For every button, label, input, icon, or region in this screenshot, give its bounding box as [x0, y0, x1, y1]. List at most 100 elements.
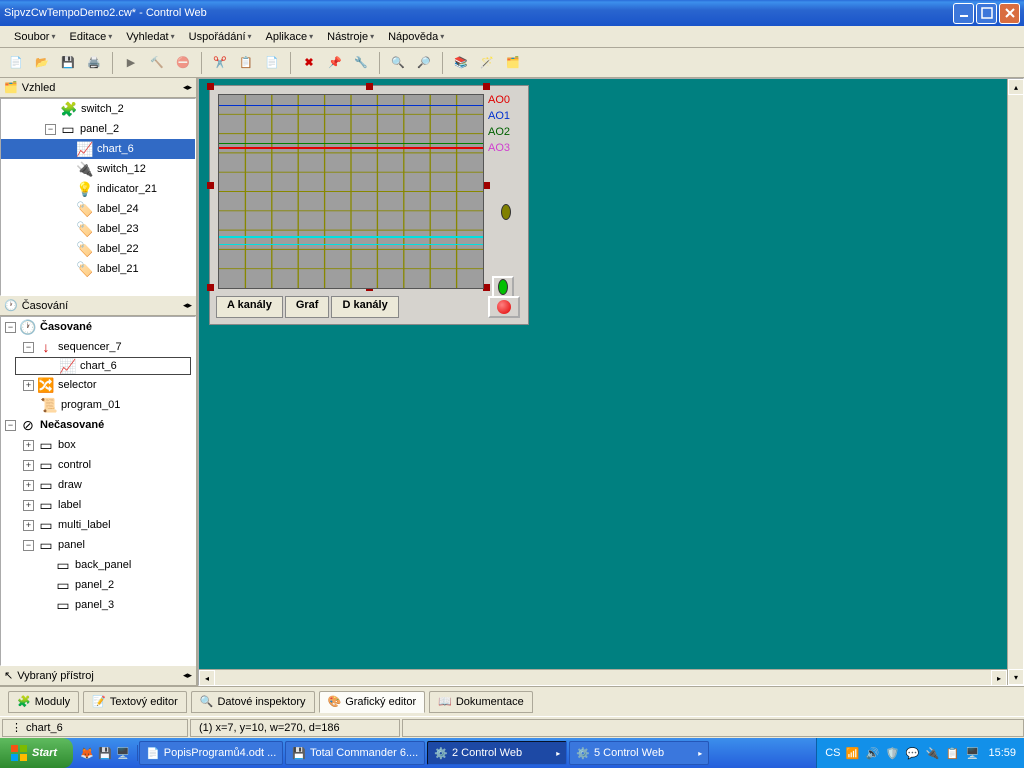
chart-legend: AO0 AO1 AO2 AO3 [488, 94, 524, 298]
tab-dokumentace[interactable]: 📖Dokumentace [429, 691, 533, 713]
chart-series-ao3 [219, 236, 483, 238]
new-button[interactable]: 📄 [4, 51, 28, 75]
tree-item-label[interactable]: +▭label [1, 495, 195, 515]
menu-editace[interactable]: Editace▾ [64, 29, 119, 45]
tree-item-chart6-timed[interactable]: 📈chart_6 [15, 357, 191, 375]
task-controlweb-2[interactable]: ⚙️2 Control Web▸ [427, 741, 567, 765]
tree-item-program01[interactable]: 📜program_01 [1, 395, 195, 415]
build-button[interactable]: 🔨 [145, 51, 169, 75]
system-tray: CS 📶 🔊 🛡️ 💬 🔌 📋 🖥️ 15:59 [816, 738, 1024, 768]
start-button[interactable]: Start [0, 738, 73, 768]
tree-item-label21[interactable]: 🏷️label_21 [1, 259, 195, 279]
copy-button[interactable]: 📋 [234, 51, 258, 75]
editor-tabs: 🧩Moduly 📝Textový editor 🔍Datové inspekto… [0, 686, 1024, 716]
text-editor-icon: 📝 [92, 695, 106, 708]
wizard-button[interactable]: 🪄 [475, 51, 499, 75]
menu-napoveda[interactable]: Nápověda▾ [382, 29, 450, 45]
tree-item-sequencer7[interactable]: −↓sequencer_7 [1, 337, 195, 357]
tree-item-panel2[interactable]: −▭panel_2 [1, 119, 195, 139]
open-button[interactable]: 📂 [30, 51, 54, 75]
stamp-button[interactable]: 📌 [323, 51, 347, 75]
tree-item-necasovane[interactable]: −⊘Nečasované [1, 415, 195, 435]
tray-icon-4[interactable]: 💬 [904, 745, 920, 761]
language-indicator[interactable]: CS [825, 747, 840, 759]
panel-vybrany-header[interactable]: ↖ Vybraný přístroj ◂▸ [0, 666, 196, 686]
tree-casovani[interactable]: −🕐Časované −↓sequencer_7 📈chart_6 +🔀sele… [0, 316, 196, 666]
tray-icon-2[interactable]: 🔊 [864, 745, 880, 761]
chart-widget[interactable]: AO0 AO1 AO2 AO3 A kanály Graf D kanály [209, 85, 529, 325]
chart-tabs: A kanály Graf D kanály [216, 296, 482, 318]
layers-button[interactable]: 🗂️ [501, 51, 525, 75]
tray-icon-5[interactable]: 🔌 [924, 745, 940, 761]
tree-item-box[interactable]: +▭box [1, 435, 195, 455]
tree-item-selector[interactable]: +🔀selector [1, 375, 195, 395]
ql-desktop-icon[interactable]: 🖥️ [115, 745, 131, 761]
delete-button[interactable]: ✖ [297, 51, 321, 75]
chart-series-ao2 [219, 143, 483, 144]
titlebar[interactable]: SipvzCwTempoDemo2.cw* - Control Web [0, 0, 1024, 26]
tree-item-panel2[interactable]: ▭panel_2 [1, 575, 195, 595]
zoom-out-button[interactable]: 🔎 [412, 51, 436, 75]
tree-item-draw[interactable]: +▭draw [1, 475, 195, 495]
quick-launch: 🦊 💾 🖥️ [73, 745, 138, 761]
tree-item-chart6[interactable]: 📈chart_6 [1, 139, 195, 159]
task-popisprogramu[interactable]: 📄PopisProgramů4.odt ... [139, 741, 283, 765]
tree-item-label24[interactable]: 🏷️label_24 [1, 199, 195, 219]
maximize-button[interactable] [976, 3, 997, 24]
tree-item-casovane[interactable]: −🕐Časované [1, 317, 195, 337]
tab-datove[interactable]: 🔍Datové inspektory [191, 691, 315, 713]
tree-vzhled[interactable]: 🧩switch_2 −▭panel_2 📈chart_6 🔌switch_12 … [0, 98, 196, 296]
tab-graficky[interactable]: 🎨Grafický editor [319, 691, 426, 713]
led-button[interactable] [492, 276, 514, 298]
tab-textovy[interactable]: 📝Textový editor [83, 691, 187, 713]
horizontal-scrollbar[interactable]: ◂ ▸ [199, 669, 1007, 685]
paste-button[interactable]: 📄 [260, 51, 284, 75]
tab-d-kanaly[interactable]: D kanály [331, 296, 398, 318]
panel-casovani-header[interactable]: 🕐 Časování ◂▸ [0, 296, 196, 316]
led-yellow [501, 204, 511, 220]
save-button[interactable]: 💾 [56, 51, 80, 75]
ql-save-icon[interactable]: 💾 [97, 745, 113, 761]
task-controlweb-5[interactable]: ⚙️5 Control Web▸ [569, 741, 709, 765]
menu-vyhledat[interactable]: Vyhledat▾ [120, 29, 180, 45]
zoom-in-button[interactable]: 🔍 [386, 51, 410, 75]
panel-vzhled-header[interactable]: 🗂️ Vzhled ◂▸ [0, 78, 196, 98]
tree-item-label23[interactable]: 🏷️label_23 [1, 219, 195, 239]
tree-item-multilabel[interactable]: +▭multi_label [1, 515, 195, 535]
design-canvas[interactable]: AO0 AO1 AO2 AO3 A kanály Graf D kanály [198, 78, 1024, 686]
ql-firefox-icon[interactable]: 🦊 [79, 745, 95, 761]
menu-usporadani[interactable]: Uspořádání▾ [183, 29, 258, 45]
tree-item-backpanel[interactable]: ▭back_panel [1, 555, 195, 575]
tray-icon-1[interactable]: 📶 [844, 745, 860, 761]
tool-button[interactable]: 🔧 [349, 51, 373, 75]
tab-moduly[interactable]: 🧩Moduly [8, 691, 79, 713]
tree-item-label22[interactable]: 🏷️label_22 [1, 239, 195, 259]
tree-item-switch2[interactable]: 🧩switch_2 [1, 99, 195, 119]
minimize-button[interactable] [953, 3, 974, 24]
print-button[interactable]: 🖨️ [82, 51, 106, 75]
tree-item-switch12[interactable]: 🔌switch_12 [1, 159, 195, 179]
menu-aplikace[interactable]: Aplikace▾ [260, 29, 320, 45]
tray-icon-7[interactable]: 🖥️ [964, 745, 980, 761]
tab-a-kanaly[interactable]: A kanály [216, 296, 283, 318]
tree-item-panel[interactable]: −▭panel [1, 535, 195, 555]
tree-item-panel3[interactable]: ▭panel_3 [1, 595, 195, 615]
palette-button[interactable]: 📚 [449, 51, 473, 75]
tray-icon-6[interactable]: 📋 [944, 745, 960, 761]
tab-graf[interactable]: Graf [285, 296, 330, 318]
tree-item-control[interactable]: +▭control [1, 455, 195, 475]
menu-nastroje[interactable]: Nástroje▾ [321, 29, 380, 45]
tray-icon-3[interactable]: 🛡️ [884, 745, 900, 761]
tree-item-indicator21[interactable]: 💡indicator_21 [1, 179, 195, 199]
menu-soubor[interactable]: Soubor▾ [8, 29, 62, 45]
task-totalcommander[interactable]: 💾Total Commander 6.... [285, 741, 425, 765]
clock[interactable]: 15:59 [988, 747, 1016, 759]
graphic-editor-icon: 🎨 [328, 695, 342, 708]
cut-button[interactable]: ✂️ [208, 51, 232, 75]
stop-button[interactable]: ⛔ [171, 51, 195, 75]
record-button[interactable] [488, 296, 520, 318]
toolbar: 📄 📂 💾 🖨️ ▶ 🔨 ⛔ ✂️ 📋 📄 ✖ 📌 🔧 🔍 🔎 📚 🪄 🗂️ [0, 48, 1024, 78]
close-button[interactable] [999, 3, 1020, 24]
vertical-scrollbar[interactable]: ▴ ▾ [1007, 79, 1023, 685]
run-button[interactable]: ▶ [119, 51, 143, 75]
